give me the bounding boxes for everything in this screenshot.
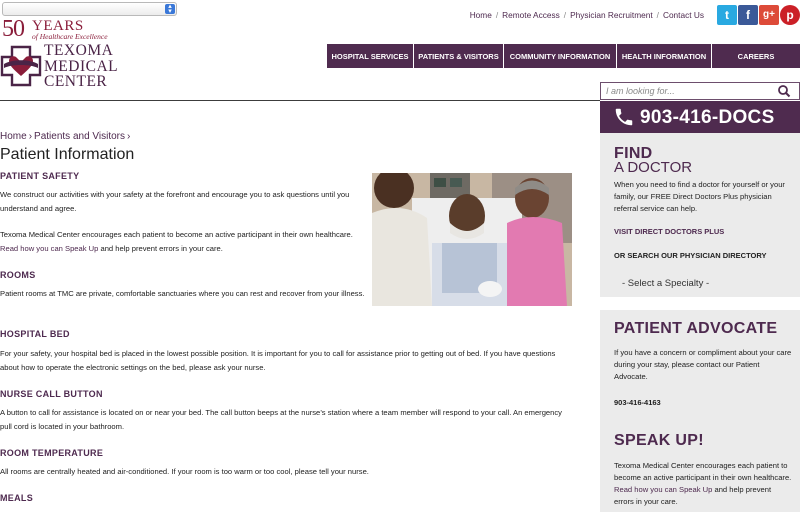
- nav-hospital-services[interactable]: HOSPITAL SERVICES: [327, 44, 414, 68]
- hospital-bed-text: For your safety, your hospital bed is pl…: [0, 349, 556, 372]
- social-links: t f g+ p: [717, 5, 800, 25]
- select-arrow-icon: ▴ ▾: [165, 3, 175, 15]
- speak-up-link[interactable]: Read how you can Speak Up: [0, 244, 98, 253]
- header-divider: [0, 100, 600, 101]
- speak-up-title: SPEAK UP!: [614, 432, 704, 449]
- patient-advocate-phone: 903-416-4163: [614, 398, 661, 407]
- texoma-logo[interactable]: 50 YEARS of Healthcare Excellence TEXOMA …: [0, 16, 130, 96]
- nav-community-information[interactable]: COMMUNITY INFORMATION: [504, 44, 617, 68]
- sidebar-speak-up-link[interactable]: Read how you can Speak Up: [614, 485, 712, 494]
- logo-cross-icon: [0, 45, 42, 87]
- rooms-text: Patient rooms at TMC are private, comfor…: [0, 289, 365, 298]
- patient-advocate-title: PATIENT ADVOCATE: [614, 320, 778, 337]
- heading-meals: MEALS: [0, 493, 33, 503]
- nav-careers[interactable]: CAREERS: [712, 44, 800, 68]
- search-button[interactable]: [769, 83, 799, 99]
- heading-room-temperature: ROOM TEMPERATURE: [0, 448, 104, 458]
- utility-link-contact-us[interactable]: Contact Us: [663, 10, 704, 20]
- patient-safety-text: We construct our activities with your sa…: [0, 190, 350, 213]
- pinterest-icon[interactable]: p: [780, 5, 800, 25]
- find-doctor-title-line2: A DOCTOR: [614, 159, 693, 176]
- logo-name: TEXOMA MEDICAL CENTER: [44, 42, 119, 90]
- utility-link-remote-access[interactable]: Remote Access: [502, 10, 560, 20]
- site-search: I am looking for...: [600, 82, 800, 100]
- heading-hospital-bed: HOSPITAL BED: [0, 329, 70, 339]
- google-plus-icon[interactable]: g+: [759, 5, 779, 25]
- utility-link-physician-recruitment[interactable]: Physician Recruitment: [570, 10, 653, 20]
- facebook-icon[interactable]: f: [738, 5, 758, 25]
- find-a-doctor-panel: FIND A DOCTOR When you need to find a do…: [600, 133, 800, 297]
- heading-rooms: ROOMS: [0, 270, 36, 280]
- phone-icon: [615, 108, 633, 126]
- breadcrumb: Home › Patients and Visitors ›: [0, 131, 131, 142]
- phone-banner[interactable]: 903-416-DOCS: [600, 101, 800, 133]
- visit-direct-doctors-plus-link[interactable]: VISIT DIRECT DOCTORS PLUS: [614, 227, 724, 236]
- speak-up-text: Texoma Medical Center encourages each pa…: [614, 461, 792, 506]
- speak-up-panel: SPEAK UP! Texoma Medical Center encourag…: [600, 422, 800, 512]
- physician-directory-label: OR SEARCH OUR PHYSICIAN DIRECTORY: [614, 251, 767, 260]
- patient-advocate-panel: PATIENT ADVOCATE If you have a concern o…: [600, 310, 800, 422]
- language-select[interactable]: ▴ ▾: [2, 2, 177, 16]
- phone-number: 903-416-DOCS: [640, 107, 775, 128]
- patient-advocate-text: If you have a concern or compliment abou…: [614, 348, 792, 381]
- search-icon: [778, 85, 791, 98]
- main-nav: HOSPITAL SERVICES PATIENTS & VISITORS CO…: [327, 44, 800, 68]
- specialty-select[interactable]: - Select a Specialty -: [614, 275, 792, 293]
- logo-tagline: of Healthcare Excellence: [32, 32, 108, 41]
- heading-patient-safety: PATIENT SAFETY: [0, 171, 80, 181]
- find-doctor-text: When you need to find a doctor for yours…: [614, 180, 785, 213]
- nav-patients-visitors[interactable]: PATIENTS & VISITORS: [414, 44, 504, 68]
- utility-nav: Home / Remote Access / Physician Recruitment…: [469, 10, 704, 20]
- utility-link-home[interactable]: Home: [470, 10, 492, 20]
- twitter-icon[interactable]: t: [717, 5, 737, 25]
- heading-nurse-call-button: NURSE CALL BUTTON: [0, 389, 103, 399]
- logo-50-years: 50 YEARS: [2, 16, 84, 42]
- page-title: Patient Information: [0, 146, 135, 163]
- patient-safety-speak-up-text: Texoma Medical Center encourages each pa…: [0, 230, 353, 253]
- nurse-call-text: A button to call for assistance is locat…: [0, 408, 562, 431]
- search-input[interactable]: I am looking for...: [606, 86, 675, 96]
- nav-health-information[interactable]: HEALTH INFORMATION: [617, 44, 712, 68]
- room-temperature-text: All rooms are centrally heated and air-c…: [0, 467, 369, 476]
- breadcrumb-home[interactable]: Home: [0, 131, 27, 142]
- breadcrumb-patients-visitors[interactable]: Patients and Visitors: [34, 131, 125, 142]
- patient-care-photo: [372, 173, 572, 306]
